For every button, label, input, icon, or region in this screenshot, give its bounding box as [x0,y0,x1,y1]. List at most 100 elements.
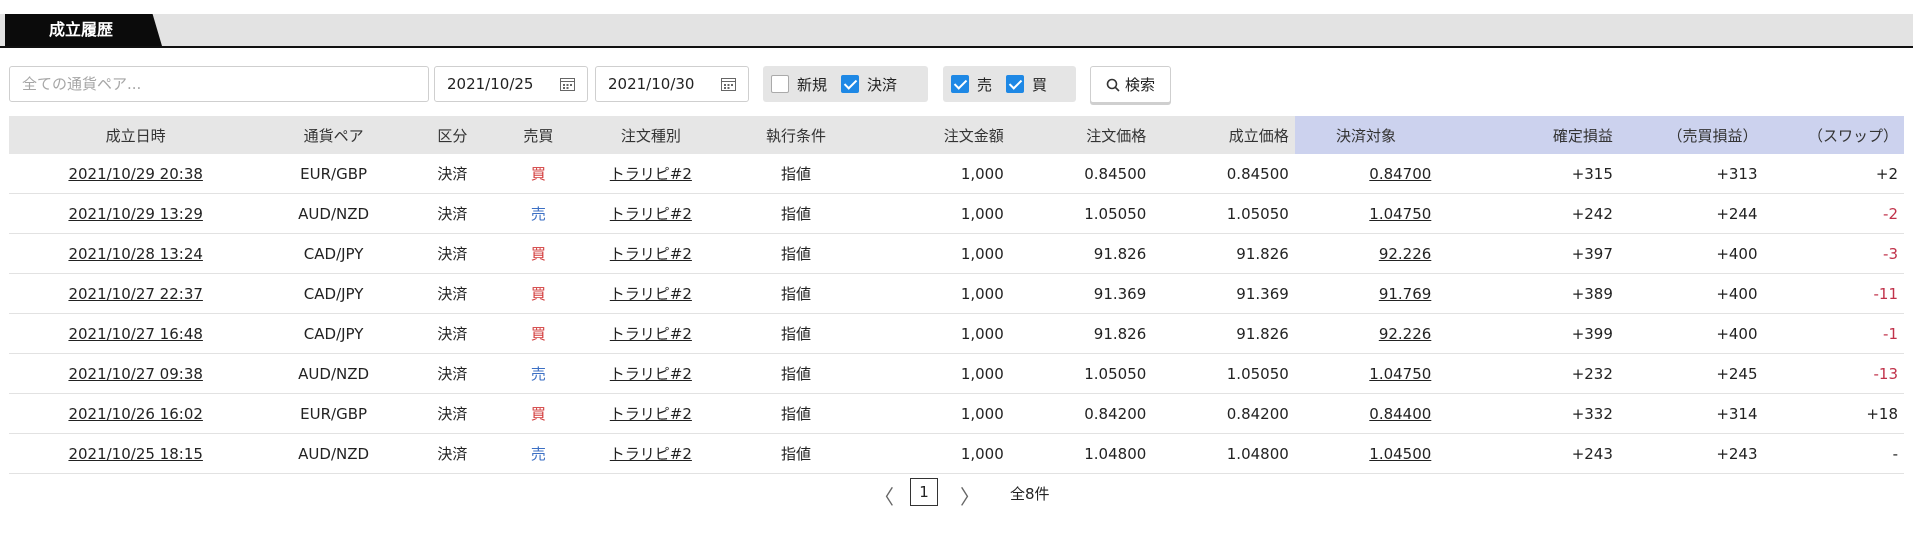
cell-side: 売 [499,433,577,474]
cell-category: 決済 [404,193,500,234]
cell-realized-pl: +232 [1437,353,1619,394]
col-order-amount[interactable]: 注文金額 [867,116,1010,154]
table-row: 2021/10/27 09:38 AUD/NZD 決済売トラリピ#2 指値 1,000 1… [9,353,1904,394]
cell-side: 買 [499,273,577,314]
cell-order-type[interactable]: トラリピ#2 [576,313,725,354]
col-swap[interactable]: （スワップ） [1763,116,1904,154]
cell-trade-pl: +400 [1618,233,1764,274]
cell-settlement-target[interactable]: 92.226 [1294,233,1438,274]
col-order-type[interactable]: 注文種別 [576,116,725,154]
cell-order-price: 91.826 [1009,313,1153,354]
side-filter: 売 買 [943,66,1076,102]
cell-executed-price: 0.84500 [1152,154,1295,194]
cell-realized-pl: +315 [1437,154,1619,194]
col-realized-pl[interactable]: 確定損益 [1437,116,1619,154]
cell-executed-at[interactable]: 2021/10/27 22:37 [9,273,263,314]
cell-settlement-target[interactable]: 1.04500 [1294,433,1438,474]
date-to-field[interactable]: 2021/10/30 [595,66,749,102]
col-trade-pl[interactable]: （売買損益） [1618,116,1764,154]
cell-trade-pl: +400 [1618,313,1764,354]
checkbox-buy[interactable]: 買 [1006,74,1047,95]
cell-settlement-target[interactable]: 1.04750 [1294,353,1438,394]
cell-trade-pl: +400 [1618,273,1764,314]
cell-order-type[interactable]: トラリピ#2 [576,433,725,474]
cell-order-type[interactable]: トラリピ#2 [576,233,725,274]
cell-execution-condition: 指値 [724,313,868,354]
cell-settlement-target[interactable]: 1.04750 [1294,193,1438,234]
date-from-field[interactable]: 2021/10/25 [434,66,588,102]
cell-executed-at[interactable]: 2021/10/27 16:48 [9,313,263,354]
checkbox-settle[interactable]: 決済 [841,74,897,95]
cell-executed-price: 1.04800 [1152,433,1295,474]
cell-executed-at[interactable]: 2021/10/26 16:02 [9,393,263,434]
cell-swap: +18 [1763,393,1904,434]
table-row: 2021/10/27 22:37 CAD/JPY 決済買トラリピ#2 指値 1,000 9… [9,273,1904,314]
cell-executed-at[interactable]: 2021/10/25 18:15 [9,433,263,474]
search-button[interactable]: 検索 [1090,66,1171,103]
cell-executed-at[interactable]: 2021/10/29 20:38 [9,154,263,194]
checkbox-buy-box[interactable] [1006,75,1025,93]
cell-order-type[interactable]: トラリピ#2 [576,154,725,194]
currency-pair-input[interactable] [10,67,428,101]
cell-trade-pl: +313 [1618,154,1764,194]
checkbox-sell-label: 売 [977,75,993,94]
table-row: 2021/10/29 20:38 EUR/GBP 決済買トラリピ#2 指値 1,000 0… [9,154,1904,194]
cell-realized-pl: +332 [1437,393,1619,434]
cell-order-amount: 1,000 [867,313,1010,354]
cell-category: 決済 [404,273,500,314]
cell-settlement-target[interactable]: 0.84400 [1294,393,1438,434]
table-body: 2021/10/29 20:38 EUR/GBP 決済買トラリピ#2 指値 1,000 0… [9,154,1904,474]
cell-executed-at[interactable]: 2021/10/29 13:29 [9,193,263,234]
cell-settlement-target[interactable]: 91.769 [1294,273,1438,314]
col-currency-pair[interactable]: 通貨ペア [262,116,405,154]
checkbox-sell[interactable]: 売 [951,74,992,95]
cell-executed-price: 1.05050 [1152,353,1295,394]
cell-order-type[interactable]: トラリピ#2 [576,393,725,434]
calendar-icon[interactable] [721,77,736,91]
checkbox-new[interactable]: 新規 [771,74,827,95]
search-button-label: 検索 [1124,76,1155,94]
cell-category: 決済 [404,353,500,394]
cell-order-amount: 1,000 [867,273,1010,314]
checkbox-settle-box[interactable] [841,75,860,93]
prev-page-button[interactable]: 〈 [874,481,894,510]
cell-settlement-target[interactable]: 92.226 [1294,313,1438,354]
cell-order-amount: 1,000 [867,353,1010,394]
cell-trade-pl: +314 [1618,393,1764,434]
col-executed-price[interactable]: 成立価格 [1152,116,1295,154]
cell-swap: -2 [1763,193,1904,234]
cell-order-type[interactable]: トラリピ#2 [576,273,725,314]
cell-order-type[interactable]: トラリピ#2 [576,353,725,394]
cell-executed-at[interactable]: 2021/10/28 13:24 [9,233,263,274]
cell-order-type[interactable]: トラリピ#2 [576,193,725,234]
cell-currency-pair: EUR/GBP [262,393,405,434]
date-from-value: 2021/10/25 [447,75,534,93]
col-category[interactable]: 区分 [404,116,500,154]
next-page-button[interactable]: 〉 [960,481,980,510]
col-side[interactable]: 売買 [499,116,577,154]
cell-swap: -3 [1763,233,1904,274]
cell-executed-at[interactable]: 2021/10/27 09:38 [9,353,263,394]
col-order-price[interactable]: 注文価格 [1009,116,1153,154]
calendar-icon[interactable] [560,77,575,91]
cell-execution-condition: 指値 [724,154,868,194]
col-executed-at[interactable]: 成立日時 [9,116,263,154]
checkbox-new-box[interactable] [771,75,789,93]
cell-execution-condition: 指値 [724,233,868,274]
tab-execution-history[interactable]: 成立履歴 [5,14,162,46]
tab-bar: 成立履歴 [0,14,1913,48]
col-settlement-target[interactable]: 決済対象 [1294,116,1438,154]
table-row: 2021/10/26 16:02 EUR/GBP 決済買トラリピ#2 指値 1,000 0… [9,393,1904,434]
cell-side: 買 [499,233,577,274]
col-execution-condition[interactable]: 執行条件 [724,116,868,154]
checkbox-sell-box[interactable] [951,75,969,93]
cell-order-amount: 1,000 [867,433,1010,474]
cell-settlement-target[interactable]: 0.84700 [1294,154,1438,194]
cell-executed-price: 0.84200 [1152,393,1295,434]
cell-currency-pair: AUD/NZD [262,433,405,474]
cell-trade-pl: +243 [1618,433,1764,474]
cell-currency-pair: EUR/GBP [262,154,405,194]
cell-swap: -13 [1763,353,1904,394]
page-1-button[interactable]: 1 [910,478,938,506]
cell-realized-pl: +397 [1437,233,1619,274]
